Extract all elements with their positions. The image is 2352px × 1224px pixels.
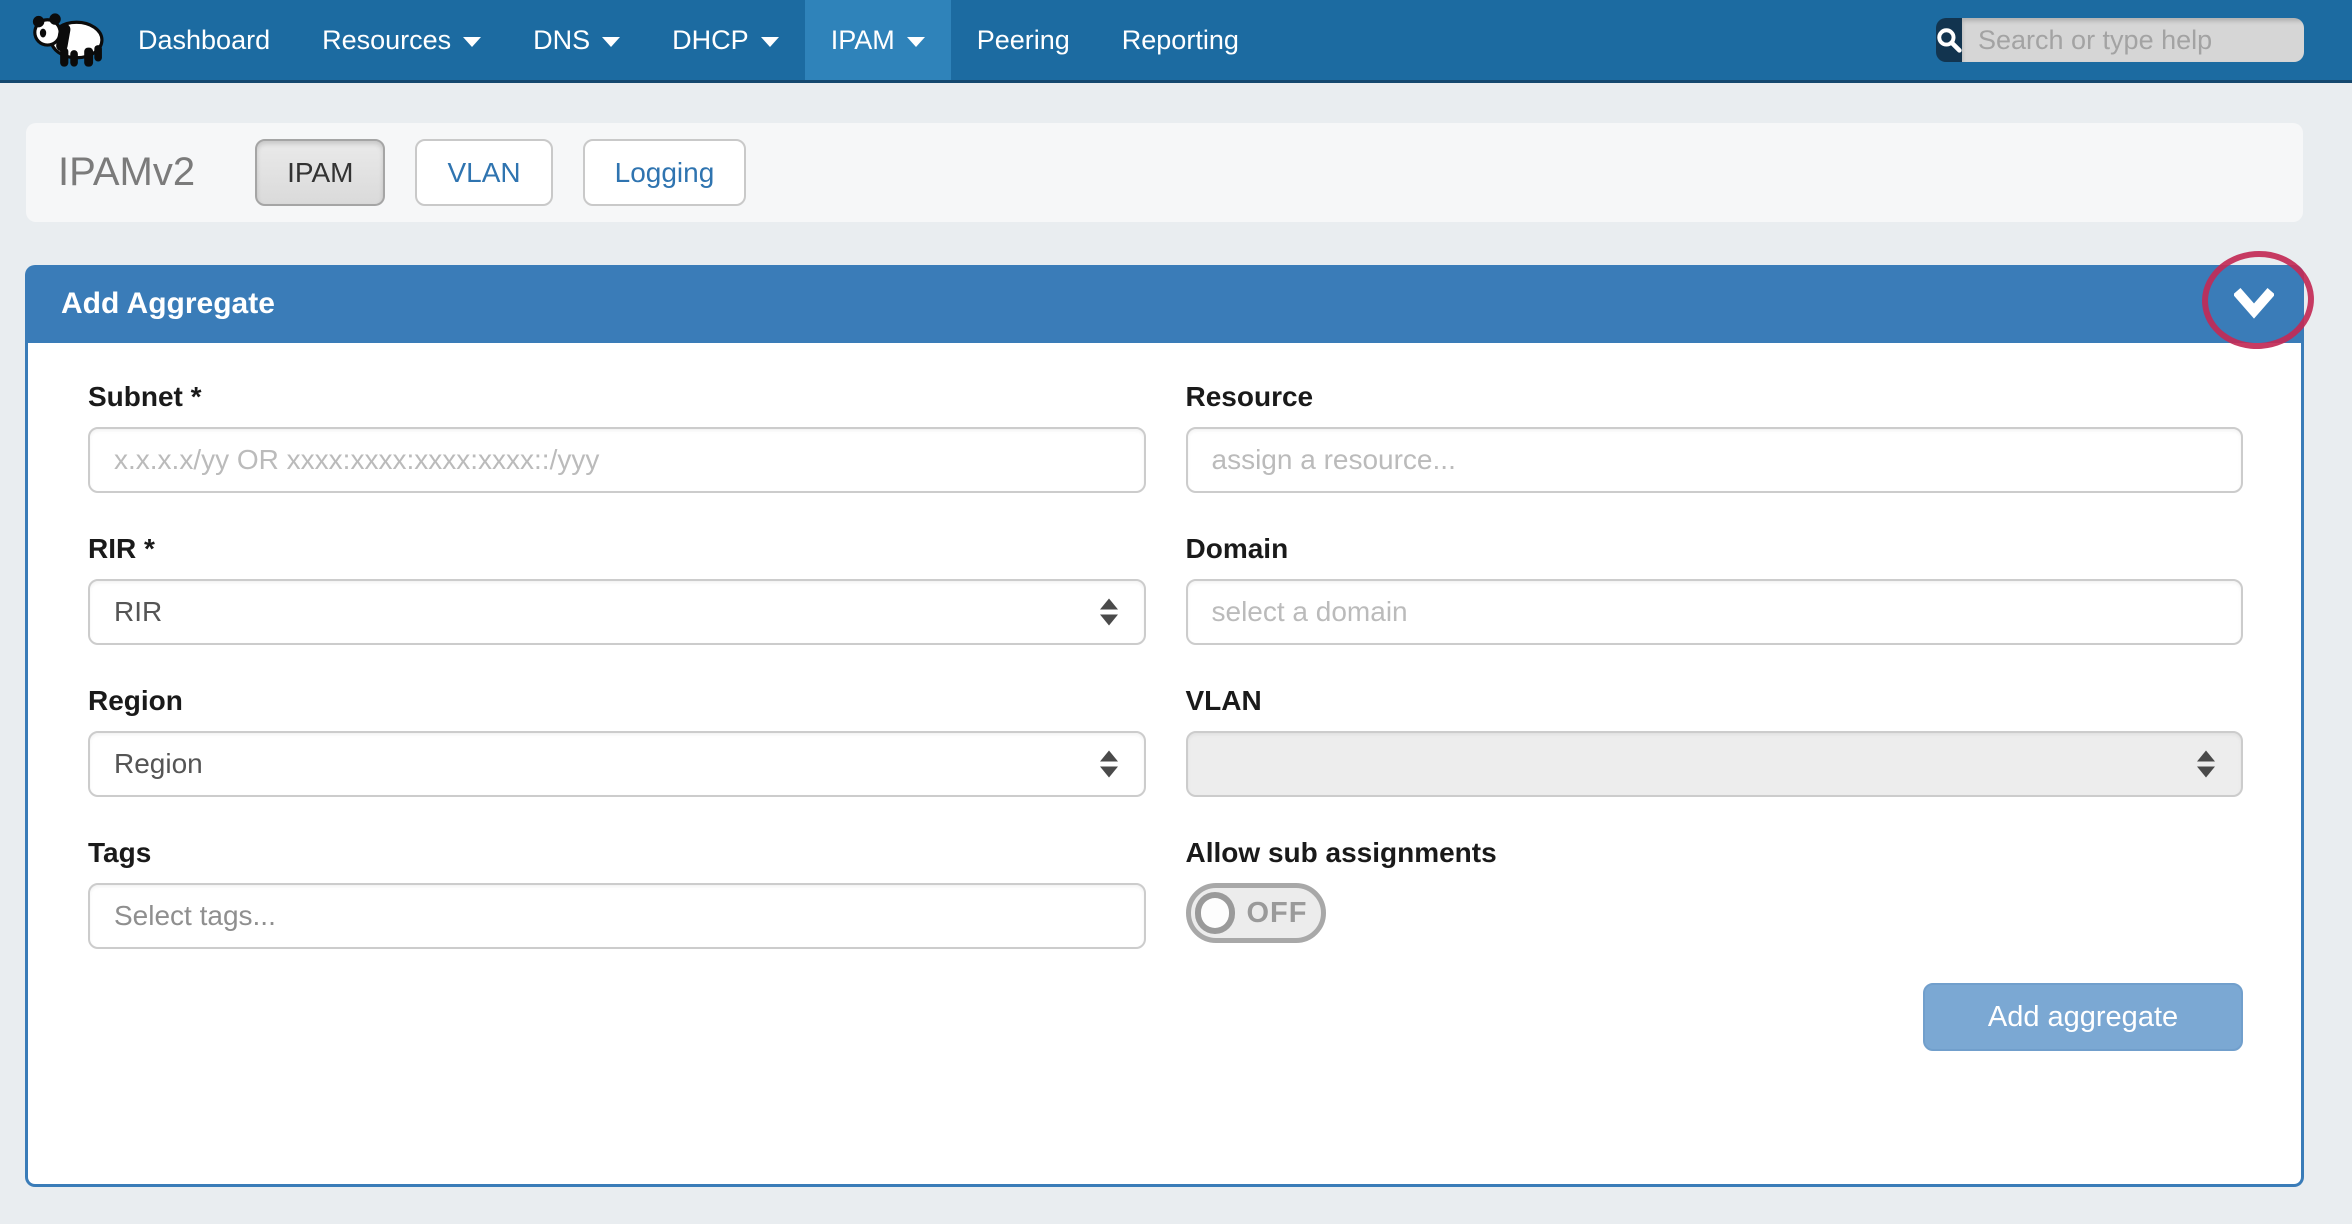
submit-row: Add aggregate <box>1186 983 2244 1051</box>
nav-spacer <box>1265 0 1936 80</box>
toggle-state-label: OFF <box>1247 897 1308 930</box>
caret-down-icon <box>907 37 925 47</box>
region-label: Region <box>88 685 1146 717</box>
allow-sub-assignments-toggle[interactable]: OFF <box>1186 883 1326 943</box>
ipam-tab-button[interactable]: IPAM <box>255 139 385 206</box>
nav-item-label: Dashboard <box>138 25 270 56</box>
caret-down-icon <box>761 37 779 47</box>
toolbar-buttons: IPAM VLAN Logging <box>255 139 746 206</box>
page-title: IPAMv2 <box>58 150 195 195</box>
caret-down-icon <box>602 37 620 47</box>
nav-item-label: DHCP <box>672 25 749 56</box>
add-aggregate-button[interactable]: Add aggregate <box>1923 983 2243 1051</box>
nav-item-ipam[interactable]: IPAM <box>805 0 951 80</box>
vlan-field-group: VLAN <box>1186 685 2244 797</box>
domain-input[interactable] <box>1186 579 2244 645</box>
search-input[interactable] <box>1962 18 2304 62</box>
nav-item-label: Resources <box>322 25 451 56</box>
search-addon <box>1936 18 1962 62</box>
nav-item-resources[interactable]: Resources <box>296 0 507 80</box>
vlan-label: VLAN <box>1186 685 2244 717</box>
tags-input[interactable] <box>88 883 1146 949</box>
resource-label: Resource <box>1186 381 2244 413</box>
vlan-select <box>1186 731 2244 797</box>
nav-item-reporting[interactable]: Reporting <box>1096 0 1265 80</box>
region-field-group: Region Region <box>88 685 1146 797</box>
nav-item-dns[interactable]: DNS <box>507 0 646 80</box>
domain-label: Domain <box>1186 533 2244 565</box>
add-aggregate-form: Subnet * RIR * RIR Region Region <box>25 343 2304 1187</box>
domain-field-group: Domain <box>1186 533 2244 645</box>
panda-logo[interactable] <box>30 0 108 80</box>
navbar: Dashboard Resources DNS DHCP IPAM Peerin… <box>0 0 2352 83</box>
nav-items: Dashboard Resources DNS DHCP IPAM Peerin… <box>112 0 1265 80</box>
allow-sub-assignments-label: Allow sub assignments <box>1186 837 2244 869</box>
region-select[interactable]: Region <box>88 731 1146 797</box>
rir-select-value: RIR <box>114 596 162 628</box>
nav-item-label: Reporting <box>1122 25 1239 56</box>
rir-select[interactable]: RIR <box>88 579 1146 645</box>
ipam-toolbar: IPAMv2 IPAM VLAN Logging <box>26 123 2303 222</box>
vlan-tab-button[interactable]: VLAN <box>415 139 552 206</box>
add-aggregate-panel-heading[interactable]: Add Aggregate <box>25 265 2304 343</box>
nav-item-label: Peering <box>977 25 1070 56</box>
chevron-down-icon <box>2234 287 2274 321</box>
rir-field-group: RIR * RIR <box>88 533 1146 645</box>
add-aggregate-panel: Add Aggregate Subnet * RIR * RIR <box>25 265 2304 1187</box>
select-arrows-icon <box>2197 751 2215 778</box>
panda-logo-icon <box>31 7 107 73</box>
rir-label: RIR * <box>88 533 1146 565</box>
nav-item-dhcp[interactable]: DHCP <box>646 0 805 80</box>
region-select-value: Region <box>114 748 203 780</box>
subnet-label: Subnet * <box>88 381 1146 413</box>
search-group <box>1936 18 2304 62</box>
nav-item-label: DNS <box>533 25 590 56</box>
tags-field-group: Tags <box>88 837 1146 949</box>
nav-item-dashboard[interactable]: Dashboard <box>112 0 296 80</box>
subnet-field-group: Subnet * <box>88 381 1146 493</box>
toggle-knob <box>1195 892 1235 934</box>
subnet-input[interactable] <box>88 427 1146 493</box>
search-icon <box>1936 27 1962 53</box>
caret-down-icon <box>463 37 481 47</box>
panel-collapse-button[interactable] <box>2232 283 2276 325</box>
form-column-right: Resource Domain VLAN <box>1186 381 2244 1051</box>
tags-label: Tags <box>88 837 1146 869</box>
panel-title: Add Aggregate <box>61 287 275 321</box>
resource-field-group: Resource <box>1186 381 2244 493</box>
form-column-left: Subnet * RIR * RIR Region Region <box>88 381 1146 1051</box>
logging-tab-button[interactable]: Logging <box>583 139 747 206</box>
allow-sub-assignments-group: Allow sub assignments OFF <box>1186 837 2244 943</box>
select-arrows-icon <box>1100 599 1118 626</box>
select-arrows-icon <box>1100 751 1118 778</box>
nav-item-label: IPAM <box>831 25 895 56</box>
nav-item-peering[interactable]: Peering <box>951 0 1096 80</box>
resource-input[interactable] <box>1186 427 2244 493</box>
